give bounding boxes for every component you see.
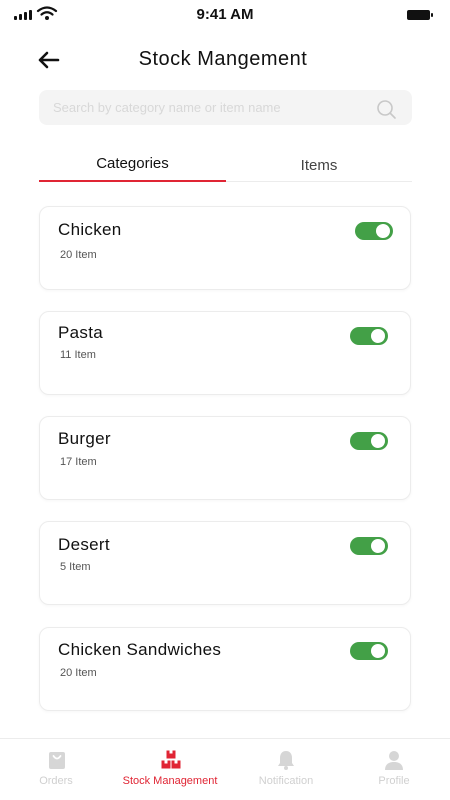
category-availability-toggle[interactable] <box>355 222 393 240</box>
category-availability-toggle[interactable] <box>350 537 388 555</box>
search-input[interactable] <box>39 90 369 125</box>
category-name: Desert <box>58 535 110 554</box>
nav-label: Notification <box>258 775 314 787</box>
person-icon <box>385 751 403 770</box>
category-name: Burger <box>58 429 111 448</box>
nav-notification[interactable]: Notification <box>238 739 334 800</box>
category-item-count: 11 Item <box>60 349 96 361</box>
category-item-count: 20 Item <box>60 667 97 679</box>
nav-label: Orders <box>39 775 73 787</box>
nav-stock-management[interactable]: Stock Management <box>110 739 230 800</box>
category-item-count: 5 Item <box>60 561 91 573</box>
category-availability-toggle[interactable] <box>350 432 388 450</box>
search-bar <box>39 90 412 125</box>
category-item-count: 20 Item <box>60 249 97 261</box>
page-title: Stock Mangement <box>138 48 308 70</box>
nav-profile[interactable]: Profile <box>346 739 442 800</box>
tab-categories[interactable]: Categories <box>39 150 226 182</box>
header: Stock Mangement <box>0 40 450 80</box>
nav-orders[interactable]: Orders <box>8 739 104 800</box>
category-availability-toggle[interactable] <box>350 327 388 345</box>
category-name: Chicken Sandwiches <box>58 640 222 659</box>
battery-icon <box>407 10 433 20</box>
category-name: Pasta <box>58 323 103 342</box>
nav-label: Profile <box>378 775 410 787</box>
category-card-burger[interactable]: Burger 17 Item <box>39 416 411 500</box>
category-card-chicken[interactable]: Chicken 20 Item <box>39 206 411 290</box>
category-card-chicken-sandwiches[interactable]: Chicken Sandwiches 20 Item <box>39 627 411 711</box>
category-card-pasta[interactable]: Pasta 11 Item <box>39 311 411 395</box>
category-item-count: 17 Item <box>60 456 97 468</box>
nav-label: Stock Management <box>122 775 218 787</box>
boxes-icon <box>161 750 181 769</box>
search-icon[interactable] <box>375 98 397 120</box>
category-card-desert[interactable]: Desert 5 Item <box>39 521 411 605</box>
bottom-nav: Orders Stock Management Notification Pro… <box>0 738 450 800</box>
shopping-bag-icon <box>49 752 65 769</box>
tab-items[interactable]: Items <box>226 150 412 182</box>
category-name: Chicken <box>58 220 122 239</box>
status-bar: 9:41 AM <box>0 0 450 30</box>
bell-icon <box>278 751 294 770</box>
tab-bar: Categories Items <box>39 150 412 182</box>
category-availability-toggle[interactable] <box>350 642 388 660</box>
status-time: 9:41 AM <box>196 6 254 23</box>
